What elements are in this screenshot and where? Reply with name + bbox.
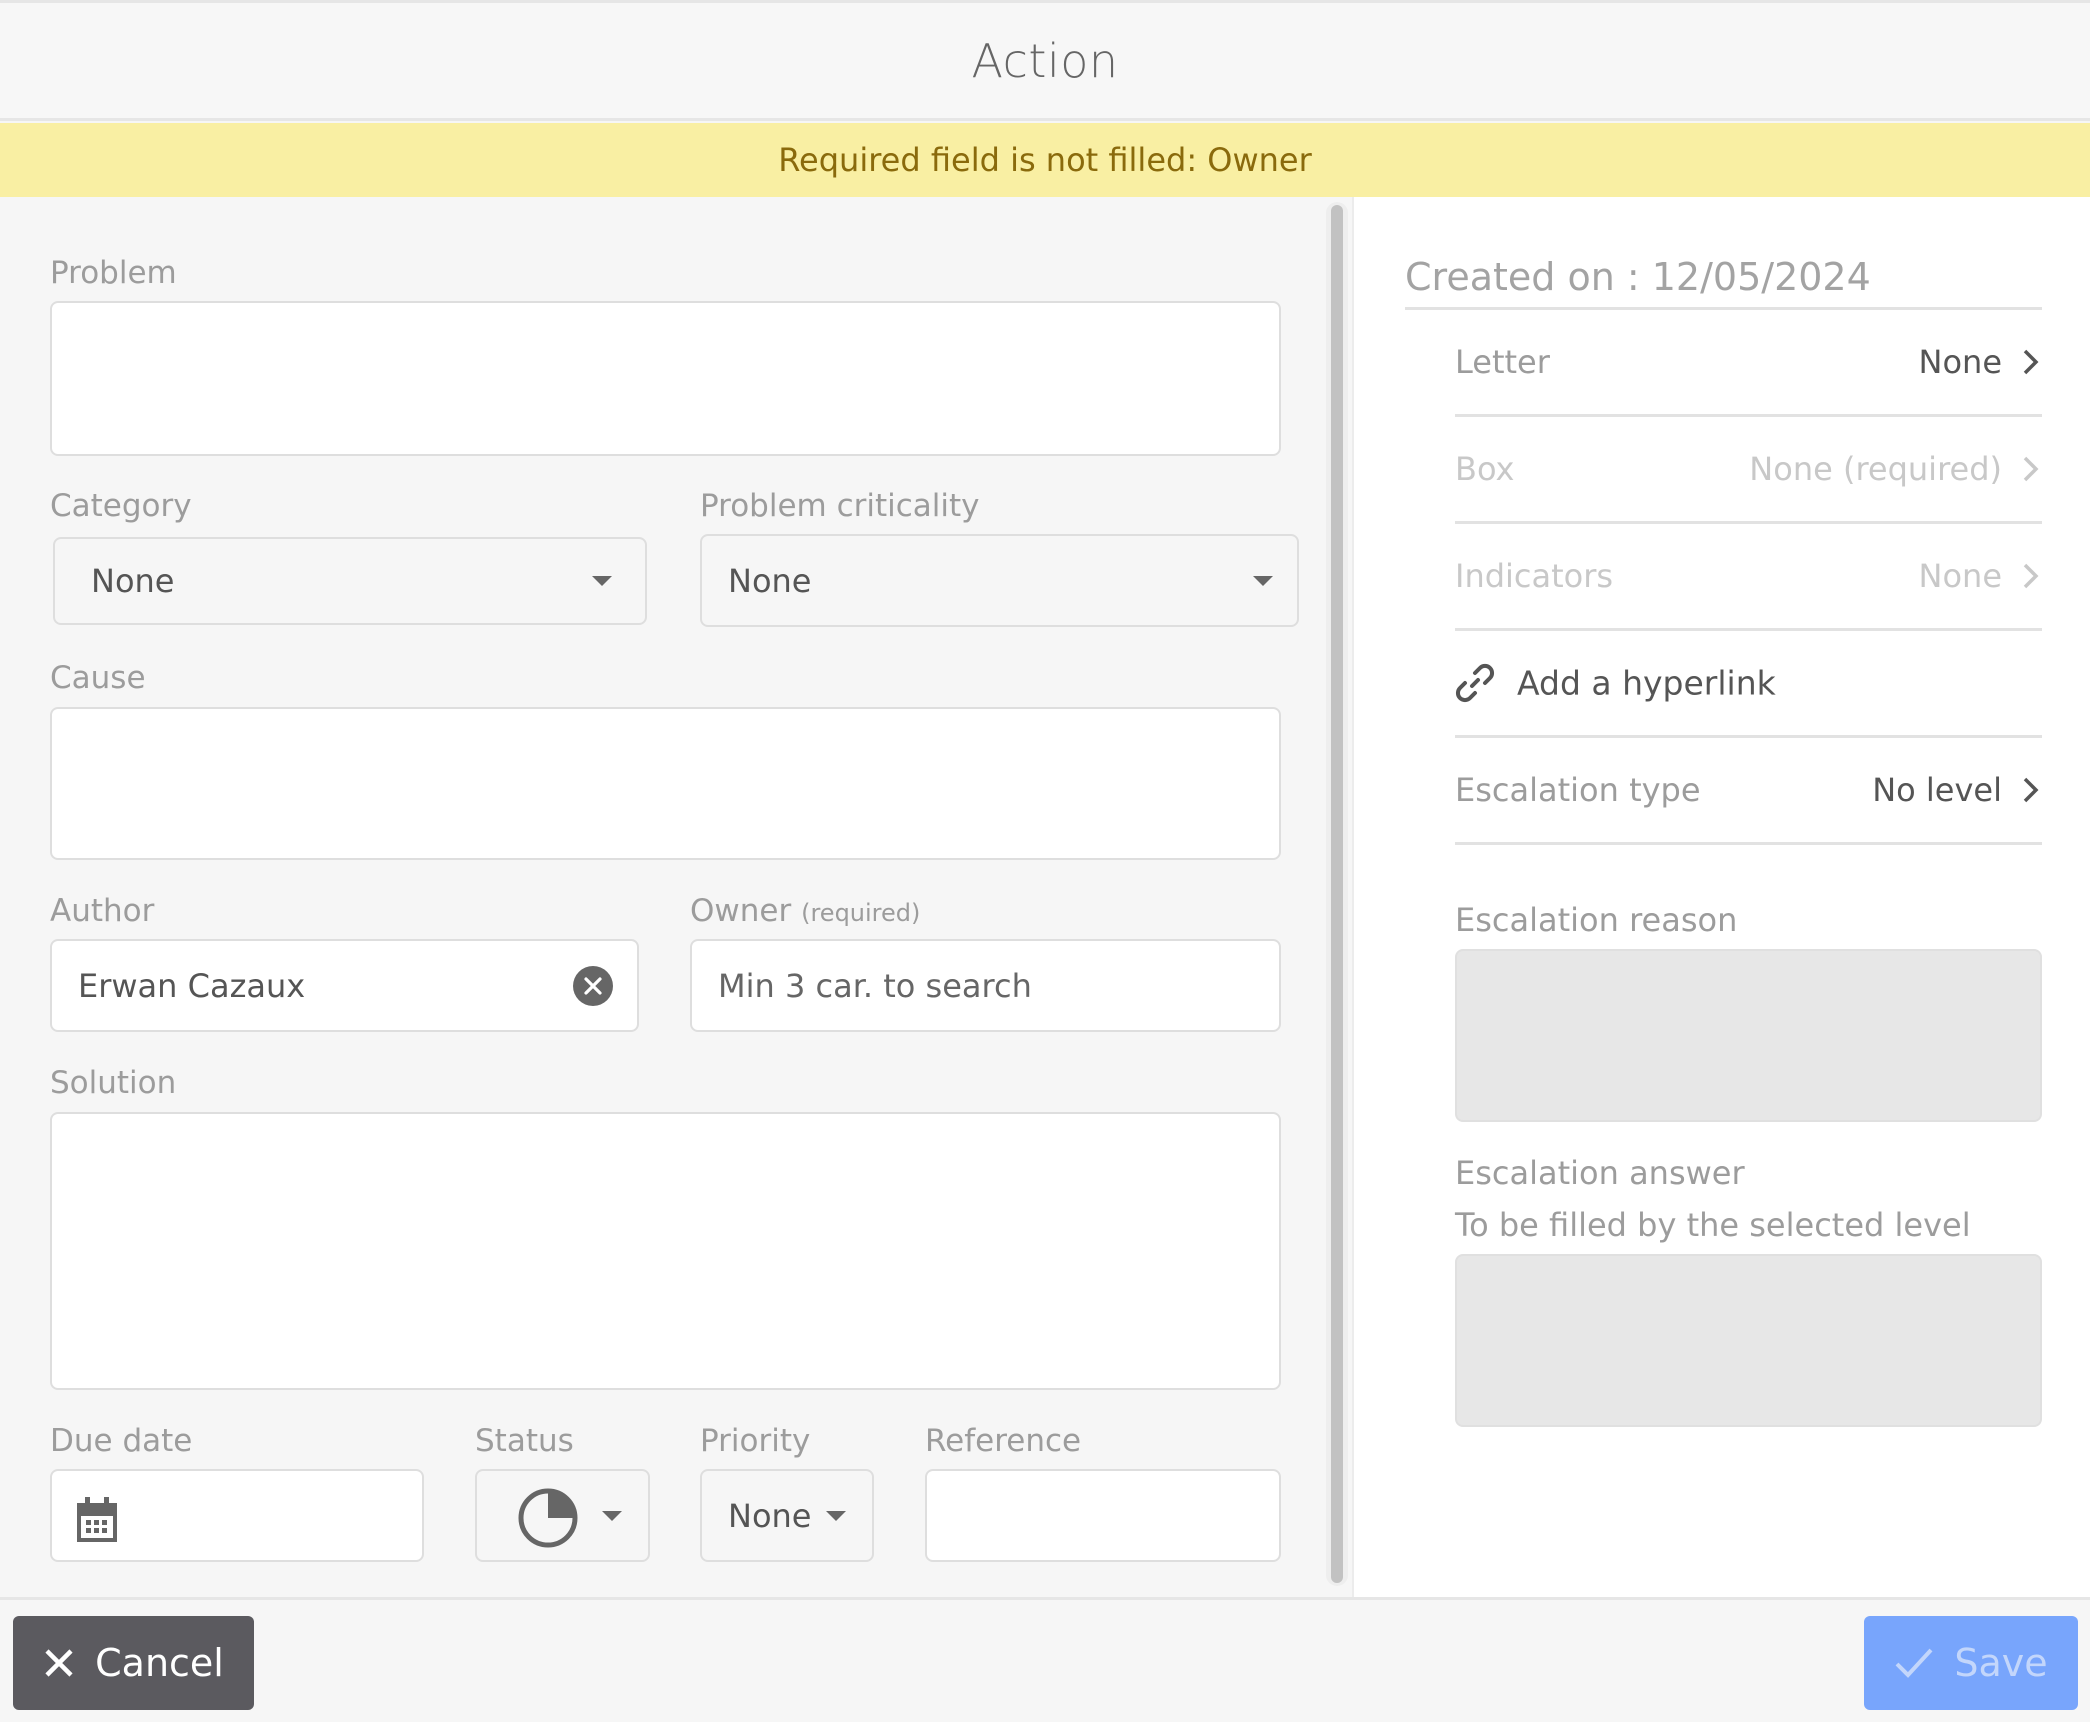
box-row[interactable]: Box None (required) bbox=[1455, 417, 2042, 524]
solution-textarea[interactable] bbox=[50, 1112, 1281, 1390]
author-value: Erwan Cazaux bbox=[78, 966, 306, 1005]
escalation-answer-label: Escalation answer bbox=[1455, 1154, 1745, 1192]
status-label: Status bbox=[475, 1423, 574, 1459]
owner-label: Owner (required) bbox=[690, 893, 920, 929]
calendar-icon[interactable] bbox=[76, 1497, 118, 1543]
letter-row[interactable]: Letter None bbox=[1455, 310, 2042, 417]
problem-criticality-label: Problem criticality bbox=[700, 488, 980, 524]
form-panel: Problem Category None Problem criticalit… bbox=[0, 197, 1352, 1597]
save-button[interactable]: Save bbox=[1864, 1616, 2078, 1710]
created-on-text: Created on : 12/05/2024 bbox=[1405, 255, 2042, 310]
indicators-label: Indicators bbox=[1455, 557, 1614, 595]
cancel-label: Cancel bbox=[95, 1641, 224, 1685]
dialog-footer: Cancel Save bbox=[0, 1597, 2090, 1722]
check-icon bbox=[1895, 1648, 1933, 1678]
problem-textarea[interactable] bbox=[50, 301, 1281, 456]
author-label: Author bbox=[50, 893, 155, 929]
box-label: Box bbox=[1455, 450, 1515, 488]
problem-criticality-value: None bbox=[728, 561, 812, 600]
escalation-reason-label: Escalation reason bbox=[1455, 901, 1738, 939]
add-hyperlink-label: Add a hyperlink bbox=[1517, 663, 1776, 703]
escalation-type-row[interactable]: Escalation type No level bbox=[1455, 738, 2042, 845]
priority-label: Priority bbox=[700, 1423, 811, 1459]
owner-label-text: Owner bbox=[690, 893, 792, 929]
reference-input[interactable] bbox=[925, 1469, 1281, 1562]
chevron-down-icon bbox=[1253, 575, 1273, 586]
chevron-right-icon bbox=[2023, 563, 2039, 589]
owner-search-input[interactable]: Min 3 car. to search bbox=[690, 939, 1281, 1032]
validation-message: Required field is not filled: Owner bbox=[778, 141, 1312, 179]
problem-criticality-select[interactable]: None bbox=[700, 534, 1299, 627]
cause-textarea[interactable] bbox=[50, 707, 1281, 860]
link-icon bbox=[1455, 663, 1495, 703]
cancel-button[interactable]: Cancel bbox=[13, 1616, 254, 1710]
clear-icon[interactable] bbox=[573, 965, 613, 1006]
validation-banner: Required field is not filled: Owner bbox=[0, 123, 2090, 197]
chevron-down-icon bbox=[592, 576, 612, 586]
due-date-input[interactable] bbox=[50, 1469, 424, 1562]
author-input[interactable]: Erwan Cazaux bbox=[50, 939, 639, 1032]
close-icon bbox=[45, 1649, 73, 1677]
indicators-row[interactable]: Indicators None bbox=[1455, 524, 2042, 631]
status-pie-icon bbox=[518, 1488, 578, 1548]
details-panel: Created on : 12/05/2024 Letter None Box … bbox=[1352, 197, 2090, 1597]
escalation-type-value: No level bbox=[1872, 771, 2002, 809]
solution-label: Solution bbox=[50, 1065, 177, 1101]
chevron-right-icon bbox=[2023, 349, 2039, 375]
save-label: Save bbox=[1954, 1641, 2048, 1685]
problem-label: Problem bbox=[50, 255, 177, 291]
scrollbar-thumb[interactable] bbox=[1331, 205, 1343, 1583]
due-date-label: Due date bbox=[50, 1423, 193, 1459]
letter-value: None bbox=[1918, 343, 2002, 381]
chevron-down-icon bbox=[602, 1510, 622, 1521]
priority-value: None bbox=[728, 1496, 812, 1535]
chevron-right-icon bbox=[2023, 777, 2039, 803]
priority-select[interactable]: None bbox=[700, 1469, 874, 1562]
status-select[interactable] bbox=[475, 1469, 650, 1562]
add-hyperlink-row[interactable]: Add a hyperlink bbox=[1455, 631, 2042, 738]
category-value: None bbox=[91, 562, 175, 600]
dialog-header: Action bbox=[0, 0, 2090, 121]
letter-label: Letter bbox=[1455, 343, 1550, 381]
dialog-title: Action bbox=[971, 33, 1119, 88]
owner-required-note: (required) bbox=[801, 899, 921, 927]
category-select[interactable]: None bbox=[53, 537, 647, 625]
category-label: Category bbox=[50, 488, 192, 524]
escalation-answer-textarea bbox=[1455, 1254, 2042, 1427]
cause-label: Cause bbox=[50, 660, 146, 696]
chevron-right-icon bbox=[2023, 456, 2039, 482]
box-value: None (required) bbox=[1749, 450, 2002, 488]
indicators-value: None bbox=[1918, 557, 2002, 595]
escalation-type-label: Escalation type bbox=[1455, 771, 1701, 809]
escalation-answer-hint: To be filled by the selected level bbox=[1455, 1206, 1971, 1244]
reference-label: Reference bbox=[925, 1423, 1082, 1459]
owner-placeholder: Min 3 car. to search bbox=[718, 966, 1032, 1005]
escalation-reason-textarea bbox=[1455, 949, 2042, 1122]
chevron-down-icon bbox=[826, 1510, 846, 1521]
